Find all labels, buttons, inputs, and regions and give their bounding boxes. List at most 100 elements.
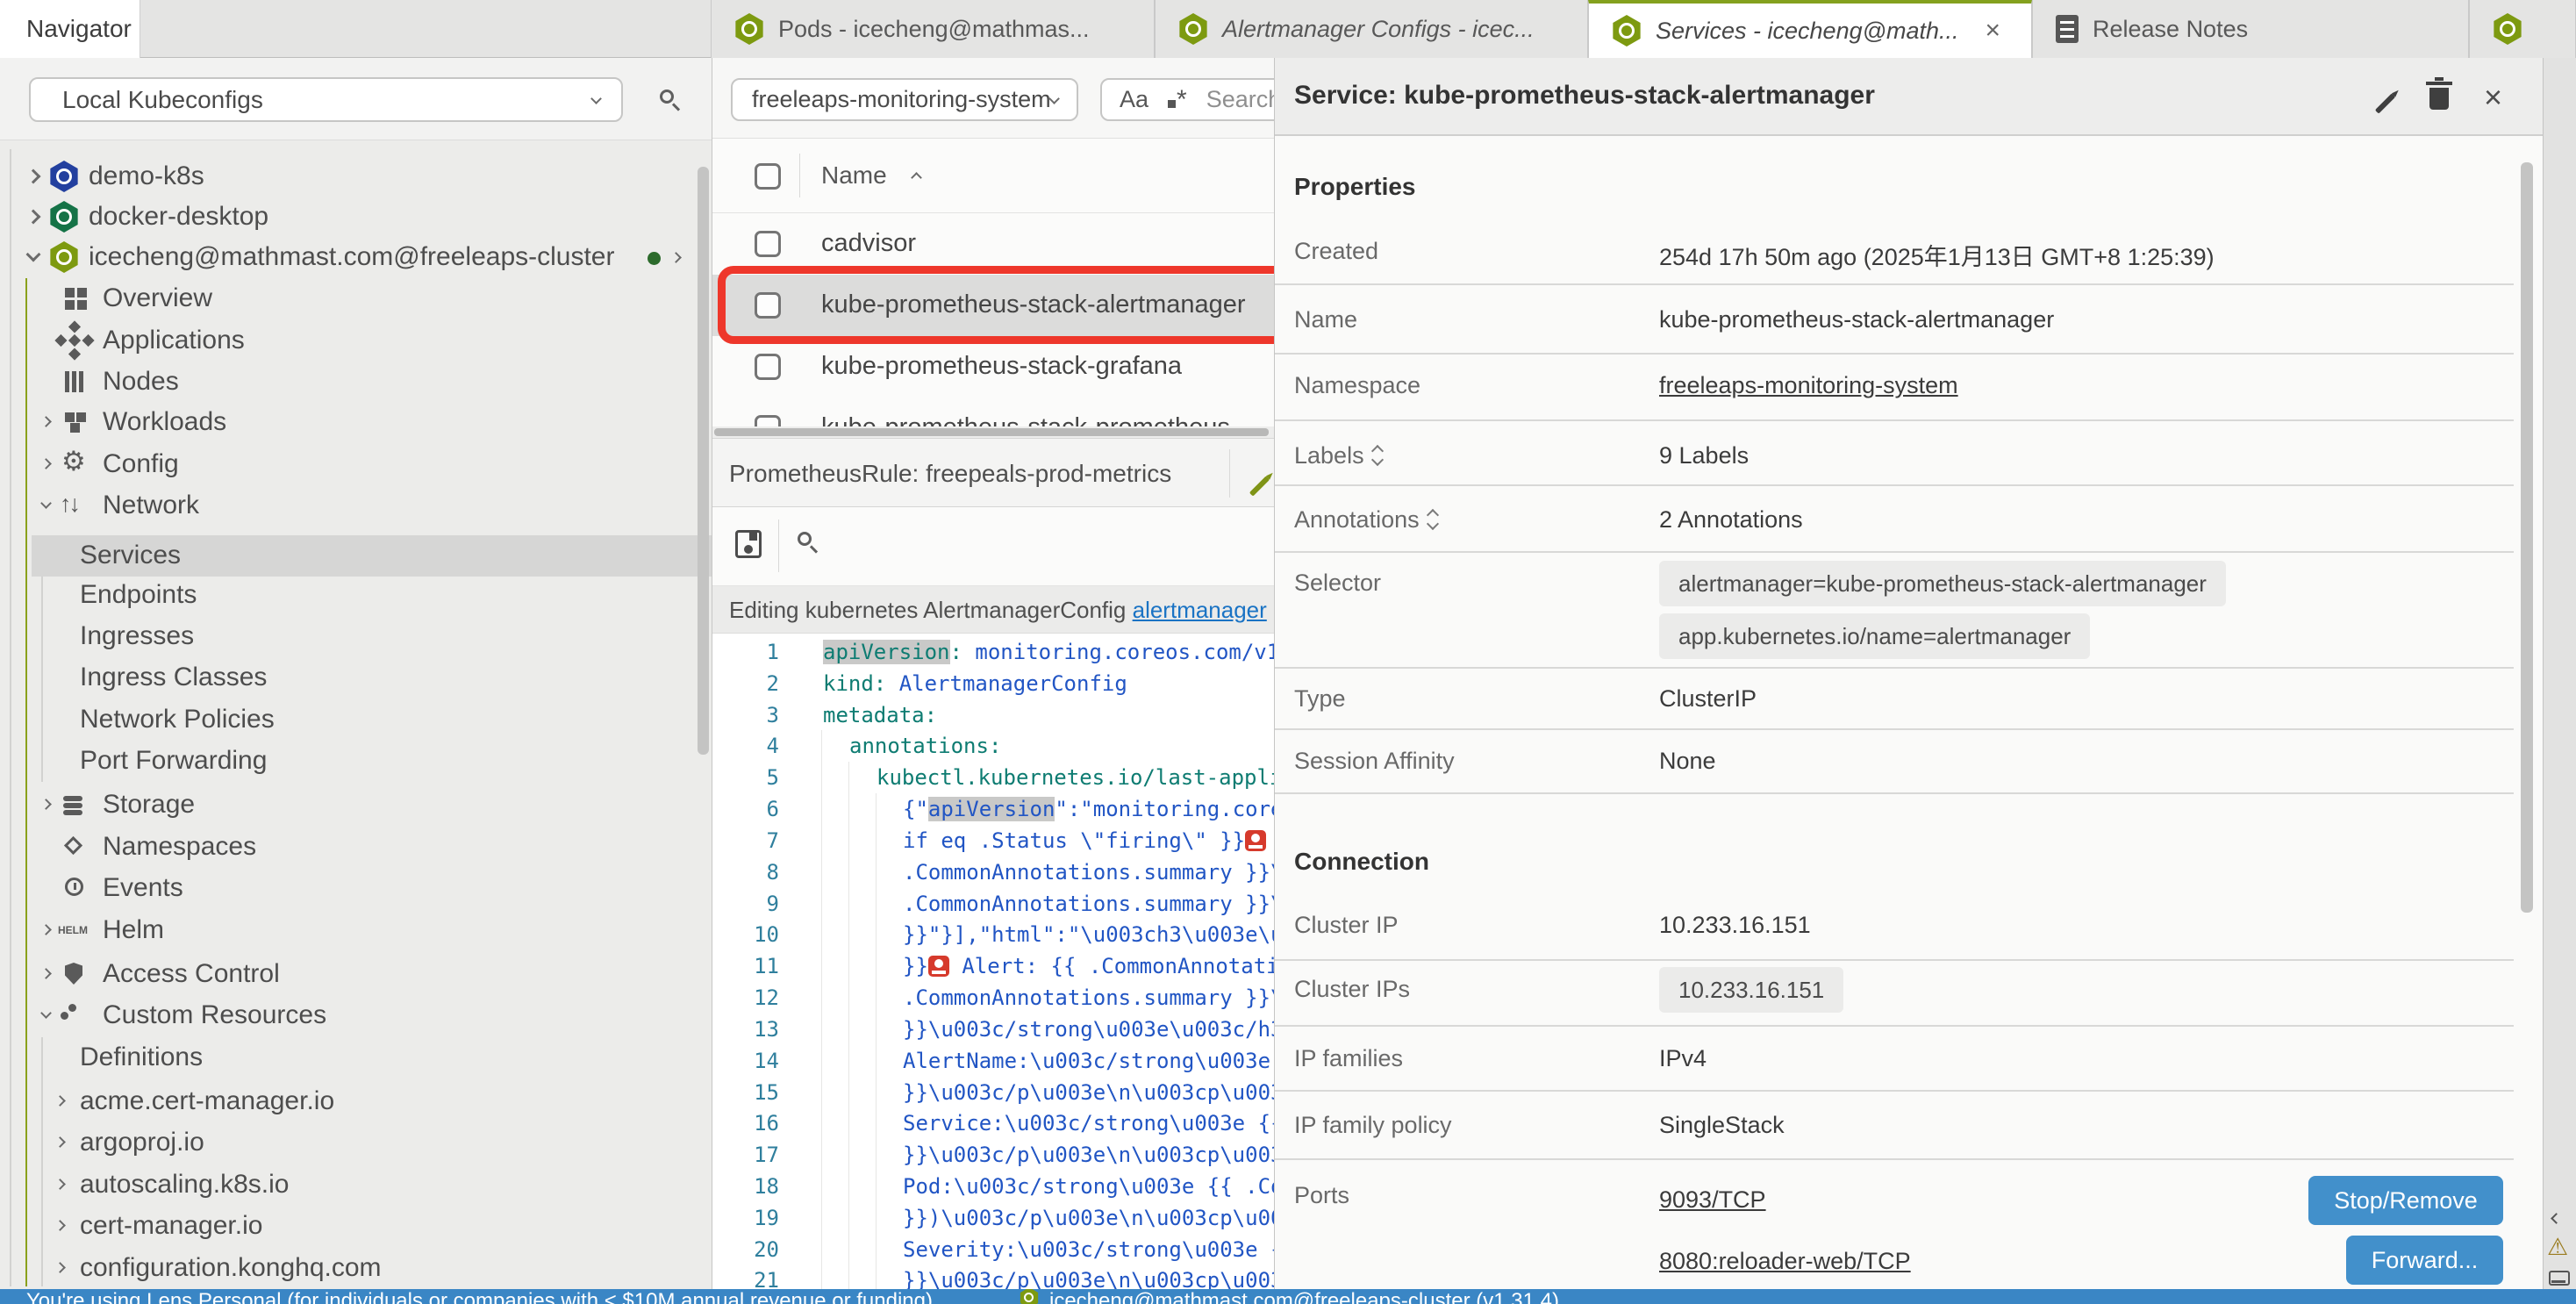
close-icon[interactable]: ×: [1986, 16, 2001, 46]
sidebar-item-demo-k8s[interactable]: demo-k8s: [0, 156, 712, 197]
expand-collapse-icon[interactable]: [1426, 508, 1442, 531]
sidebar-item-overview[interactable]: Overview: [0, 278, 712, 319]
sidebar-item-port-forwarding[interactable]: Port Forwarding: [0, 741, 712, 782]
chevron-down-icon: [26, 247, 41, 262]
sidebar-item-definitions[interactable]: Definitions: [0, 1037, 712, 1078]
tab-partial[interactable]: [2469, 0, 2576, 58]
sidebar-item-label: Overview: [103, 283, 212, 313]
property-value: ClusterIP: [1659, 685, 1757, 713]
row-divider: [1275, 1090, 2514, 1092]
sidebar-item-freeleaps-cluster[interactable]: icecheng@mathmast.com@freeleaps-cluster: [0, 237, 712, 278]
row-divider: [1275, 1025, 2514, 1027]
column-name[interactable]: Name: [821, 161, 887, 190]
tab-alertmanager-configs[interactable]: Alertmanager Configs - icec...: [1155, 0, 1588, 58]
sidebar-item-autoscaling[interactable]: autoscaling.k8s.io: [0, 1164, 712, 1206]
row-checkbox[interactable]: [755, 354, 781, 380]
sidebar-item-applications[interactable]: Applications: [0, 320, 712, 362]
sidebar-item-label: Custom Resources: [103, 1000, 326, 1030]
sidebar-item-label: icecheng@mathmast.com@freeleaps-cluster: [89, 242, 614, 272]
sidebar-item-network[interactable]: ↑↓Network: [0, 485, 712, 527]
sidebar-item-endpoints[interactable]: Endpoints: [0, 575, 712, 616]
stop-remove-button[interactable]: Stop/Remove: [2308, 1176, 2503, 1225]
tab-label: Services - icecheng@math...: [1656, 18, 1959, 45]
chevron-right-icon: [40, 458, 52, 469]
port-link[interactable]: 8080:reloader-web/TCP: [1659, 1248, 1911, 1275]
chevron-right-icon: [40, 799, 52, 810]
chevron-down-icon: [590, 93, 602, 104]
toolbar-divider: [778, 519, 779, 572]
namespace-select[interactable]: freeleaps-monitoring-system: [731, 78, 1078, 121]
sidebar-item-docker-desktop[interactable]: docker-desktop: [0, 197, 712, 238]
chevron-right-icon: [54, 1220, 66, 1231]
sidebar-item-label: docker-desktop: [89, 202, 268, 232]
forward-button[interactable]: Forward...: [2346, 1236, 2503, 1285]
service-detail-panel: Service: kube-prometheus-stack-alertmana…: [1274, 58, 2543, 1289]
sidebar-item-label: Config: [103, 449, 179, 479]
detail-scrollbar[interactable]: [2521, 162, 2533, 913]
tab-label: Release Notes: [2093, 16, 2248, 43]
sidebar-item-access-control[interactable]: Access Control: [0, 954, 712, 995]
editor-header: PrometheusRule: freepeals-prod-metrics: [712, 438, 1274, 507]
property-label: Selector: [1294, 570, 1381, 597]
sidebar-item-cert-manager[interactable]: cert-manager.io: [0, 1206, 712, 1247]
expand-collapse-icon[interactable]: [1370, 444, 1386, 467]
close-icon[interactable]: ×: [2484, 82, 2502, 113]
sidebar-item-argoproj[interactable]: argoproj.io: [0, 1122, 712, 1164]
property-label: Ports: [1294, 1182, 1349, 1209]
nodes-icon: [65, 371, 69, 392]
sidebar-item-storage[interactable]: Storage: [0, 785, 712, 826]
terminal-panel-icon[interactable]: [2549, 1271, 2570, 1286]
navigator-scrollbar[interactable]: [698, 167, 709, 755]
chevron-right-icon: [40, 968, 52, 979]
search-input[interactable]: Aa * Search: [1100, 78, 1274, 121]
active-cluster-text[interactable]: icecheng@mathmast.com@freeleaps-cluster …: [1049, 1289, 1559, 1304]
tab-services[interactable]: Services - icecheng@math... ×: [1588, 0, 2032, 58]
regex-icon[interactable]: *: [1168, 85, 1187, 115]
table-row-grafana[interactable]: kube-prometheus-stack-grafana: [712, 336, 1274, 398]
sidebar-item-namespaces[interactable]: Namespaces: [0, 827, 712, 868]
sidebar-item-config[interactable]: ⚙Config: [0, 444, 712, 485]
search-icon[interactable]: [660, 90, 674, 104]
sidebar-item-label: configuration.konghq.com: [80, 1253, 382, 1283]
edit-pencil-icon[interactable]: [2373, 95, 2397, 111]
selector-chip: alertmanager=kube-prometheus-stack-alert…: [1659, 561, 2226, 606]
sidebar-item-workloads[interactable]: Workloads: [0, 402, 712, 443]
chevron-right-icon: [26, 169, 41, 184]
port-link[interactable]: 9093/TCP: [1659, 1186, 1766, 1214]
sidebar-item-acme-cert-manager[interactable]: acme.cert-manager.io: [0, 1081, 712, 1122]
editing-object-link[interactable]: alertmanager: [1133, 597, 1267, 623]
sidebar-item-ingresses[interactable]: Ingresses: [0, 616, 712, 657]
sidebar-item-network-policies[interactable]: Network Policies: [0, 699, 712, 741]
sidebar-item-nodes[interactable]: Nodes: [0, 362, 712, 403]
tab-release-notes[interactable]: Release Notes: [2032, 0, 2469, 58]
property-label: Cluster IPs: [1294, 976, 1410, 1003]
sidebar-item-configuration-konghq[interactable]: configuration.konghq.com: [0, 1248, 712, 1289]
sidebar-item-label: Helm: [103, 915, 164, 945]
namespace-link[interactable]: freeleaps-monitoring-system: [1659, 372, 1958, 399]
match-case-icon[interactable]: Aa: [1120, 86, 1148, 113]
sidebar-item-events[interactable]: Events: [0, 868, 712, 909]
sidebar-item-helm[interactable]: HELM Helm: [0, 910, 712, 951]
chevron-right-icon[interactable]: [670, 252, 682, 263]
sidebar-item-ingress-classes[interactable]: Ingress Classes: [0, 657, 712, 699]
helm-icon: HELM: [58, 924, 88, 936]
kubeconfig-source-select[interactable]: Local Kubeconfigs: [29, 77, 623, 122]
sidebar-item-label: Port Forwarding: [80, 746, 267, 776]
code-editor[interactable]: 1apiVersion: monitoring.coreos.com/v1 2k…: [712, 634, 1274, 1289]
collapse-panel-icon[interactable]: [2551, 1213, 2562, 1224]
sidebar-item-label: argoproj.io: [80, 1128, 204, 1157]
property-label: Cluster IP: [1294, 912, 1399, 939]
edit-pencil-icon[interactable]: [1248, 467, 1271, 495]
delete-trash-icon[interactable]: [2429, 88, 2449, 110]
sidebar-item-custom-resources[interactable]: Custom Resources: [0, 995, 712, 1036]
horizontal-scrollbar[interactable]: [712, 426, 1274, 438]
editor-search-icon[interactable]: [798, 532, 812, 546]
select-all-checkbox[interactable]: [755, 163, 781, 190]
sidebar-item-services[interactable]: Services: [0, 535, 712, 577]
services-list-panel: freeleaps-monitoring-system Aa * Search …: [712, 58, 1274, 1289]
row-checkbox[interactable]: [755, 231, 781, 257]
warning-icon[interactable]: ⚠: [2547, 1234, 2568, 1261]
property-label: Namespace: [1294, 372, 1420, 399]
save-icon[interactable]: [735, 530, 762, 558]
tab-pods[interactable]: Pods - icecheng@mathmas...: [711, 0, 1155, 58]
